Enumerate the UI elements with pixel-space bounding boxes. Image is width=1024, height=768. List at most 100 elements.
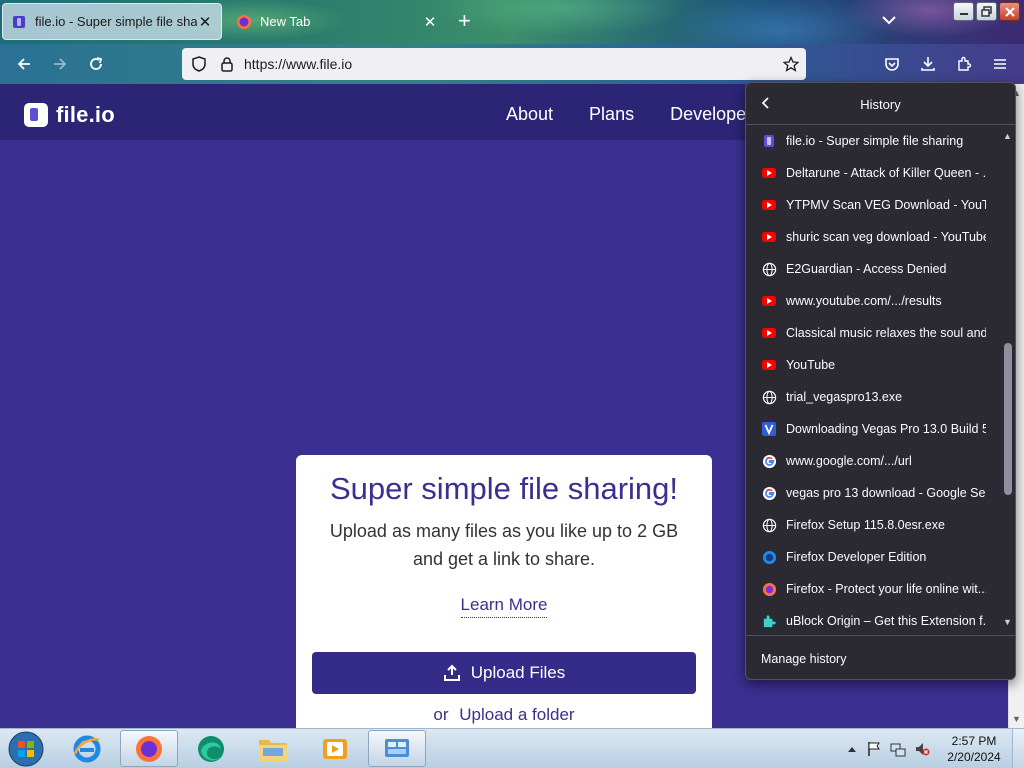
firefox-developer-icon — [761, 549, 777, 565]
history-item[interactable]: Firefox Developer Edition — [746, 541, 1002, 573]
restore-icon[interactable] — [976, 2, 997, 21]
navigation-toolbar: https://www.file.io — [0, 44, 1024, 84]
upload-folder-line: or Upload a folder — [296, 705, 712, 725]
url-text[interactable]: https://www.file.io — [244, 56, 352, 72]
subtitle: Upload as many files as you like up to 2… — [329, 521, 679, 569]
system-clock[interactable]: 2:57 PM 2/20/2024 — [944, 733, 1004, 765]
new-tab-button[interactable]: + — [458, 9, 471, 33]
history-item[interactable]: Classical music relaxes the soul and... — [746, 317, 1002, 349]
history-item[interactable]: www.youtube.com/.../results — [746, 285, 1002, 317]
logo-text: file.io — [56, 102, 115, 127]
address-bar[interactable]: https://www.file.io — [182, 48, 806, 80]
tab-fileio[interactable]: file.io - Super simple file sharing ✕ — [2, 3, 222, 40]
history-header: History — [746, 83, 1015, 125]
edge-icon[interactable] — [182, 730, 240, 767]
clock-time: 2:57 PM — [951, 734, 997, 748]
star-icon[interactable] — [782, 55, 800, 73]
show-hidden-icons-icon[interactable] — [844, 741, 860, 757]
start-button[interactable] — [6, 730, 46, 768]
tab-bar: file.io - Super simple file sharing ✕ Ne… — [0, 0, 1024, 44]
history-panel: History file.io - Super simple file shar… — [745, 82, 1016, 680]
nav-link-plans[interactable]: Plans — [589, 104, 634, 125]
upload-files-label: Upload Files — [470, 663, 566, 682]
fileio-favicon-icon — [761, 133, 777, 149]
firefox-icon — [761, 581, 777, 597]
scroll-up-icon[interactable]: ▲ — [1003, 131, 1012, 141]
action-center-flag-icon[interactable] — [866, 741, 882, 757]
youtube-icon — [761, 197, 777, 213]
internet-explorer-icon[interactable] — [58, 730, 116, 767]
history-item[interactable]: E2Guardian - Access Denied — [746, 253, 1002, 285]
file-explorer-icon[interactable] — [244, 730, 302, 767]
scroll-down-icon[interactable]: ▼ — [1003, 617, 1012, 627]
extensions-icon[interactable] — [954, 54, 974, 74]
network-icon[interactable] — [890, 741, 906, 757]
taskbar: 2:57 PM 2/20/2024 — [0, 728, 1024, 768]
history-item[interactable]: shuric scan veg download - YouTube — [746, 221, 1002, 253]
history-item[interactable]: trial_vegaspro13.exe — [746, 381, 1002, 413]
youtube-icon — [761, 325, 777, 341]
upload-folder-link[interactable]: Upload a folder — [459, 705, 574, 724]
tab-close-icon[interactable]: ✕ — [197, 13, 213, 31]
history-item[interactable]: file.io - Super simple file sharing — [746, 125, 1002, 157]
upload-card: Super simple file sharing! Upload as man… — [296, 455, 712, 728]
manage-history-button[interactable]: Manage history — [761, 652, 846, 666]
history-scrollbar[interactable]: ▲ ▼ — [1002, 131, 1014, 627]
show-desktop-button[interactable] — [1012, 729, 1024, 768]
window-close-icon[interactable] — [999, 2, 1020, 21]
volume-muted-icon[interactable] — [914, 741, 930, 757]
history-item[interactable]: YouTube — [746, 349, 1002, 381]
control-panel-icon[interactable] — [368, 730, 426, 767]
media-player-icon[interactable] — [306, 730, 364, 767]
clock-date: 2/20/2024 — [947, 750, 1001, 764]
or-text: or — [433, 705, 449, 724]
history-footer: Manage history — [746, 635, 1015, 680]
headline: Super simple file sharing! — [329, 471, 679, 506]
google-icon — [761, 485, 777, 501]
history-item[interactable]: vegas pro 13 download - Google Se... — [746, 477, 1002, 509]
history-item[interactable]: YTPMV Scan VEG Download - YouT... — [746, 189, 1002, 221]
lock-icon[interactable] — [218, 55, 236, 73]
history-item[interactable]: Deltarune - Attack of Killer Queen - ... — [746, 157, 1002, 189]
fileio-favicon-icon — [11, 14, 27, 30]
history-item[interactable]: Downloading Vegas Pro 13.0 Build 5... — [746, 413, 1002, 445]
window-controls — [953, 2, 1020, 21]
history-item[interactable]: uBlock Origin – Get this Extension f... — [746, 605, 1002, 635]
tab-title: New Tab — [260, 14, 311, 29]
forward-icon[interactable] — [50, 54, 70, 74]
globe-icon — [761, 389, 777, 405]
upload-icon — [443, 664, 461, 682]
history-item[interactable]: Firefox - Protect your life online wit..… — [746, 573, 1002, 605]
firefox-taskbar-icon[interactable] — [120, 730, 178, 767]
pocket-icon[interactable] — [882, 54, 902, 74]
youtube-icon — [761, 229, 777, 245]
vegas-icon — [761, 421, 777, 437]
learn-more-link[interactable]: Learn More — [460, 595, 548, 618]
reload-icon[interactable] — [86, 54, 106, 74]
site-logo[interactable]: file.io — [24, 102, 115, 128]
menu-icon[interactable] — [990, 54, 1010, 74]
globe-icon — [761, 517, 777, 533]
tab-new-tab[interactable]: New Tab ✕ — [228, 3, 446, 40]
firefox-favicon-icon — [236, 14, 252, 30]
tab-title: file.io - Super simple file sharing — [35, 14, 197, 29]
fileio-logo-icon — [24, 103, 48, 127]
history-list: file.io - Super simple file sharing Delt… — [746, 125, 1002, 635]
list-all-tabs-icon[interactable] — [882, 12, 896, 30]
scroll-down-icon[interactable]: ▼ — [1012, 714, 1021, 724]
history-item[interactable]: Firefox Setup 115.8.0esr.exe — [746, 509, 1002, 541]
youtube-icon — [761, 165, 777, 181]
scroll-thumb[interactable] — [1004, 343, 1012, 495]
shield-icon[interactable] — [190, 55, 208, 73]
download-icon[interactable] — [918, 54, 938, 74]
extension-puzzle-icon — [761, 613, 777, 629]
nav-link-about[interactable]: About — [506, 104, 553, 125]
back-icon[interactable] — [14, 54, 34, 74]
minimize-icon[interactable] — [953, 2, 974, 21]
history-title: History — [860, 97, 901, 112]
tab-close-icon[interactable]: ✕ — [422, 13, 438, 31]
history-item[interactable]: www.google.com/.../url — [746, 445, 1002, 477]
youtube-icon — [761, 293, 777, 309]
google-icon — [761, 453, 777, 469]
upload-files-button[interactable]: Upload Files — [312, 652, 696, 694]
